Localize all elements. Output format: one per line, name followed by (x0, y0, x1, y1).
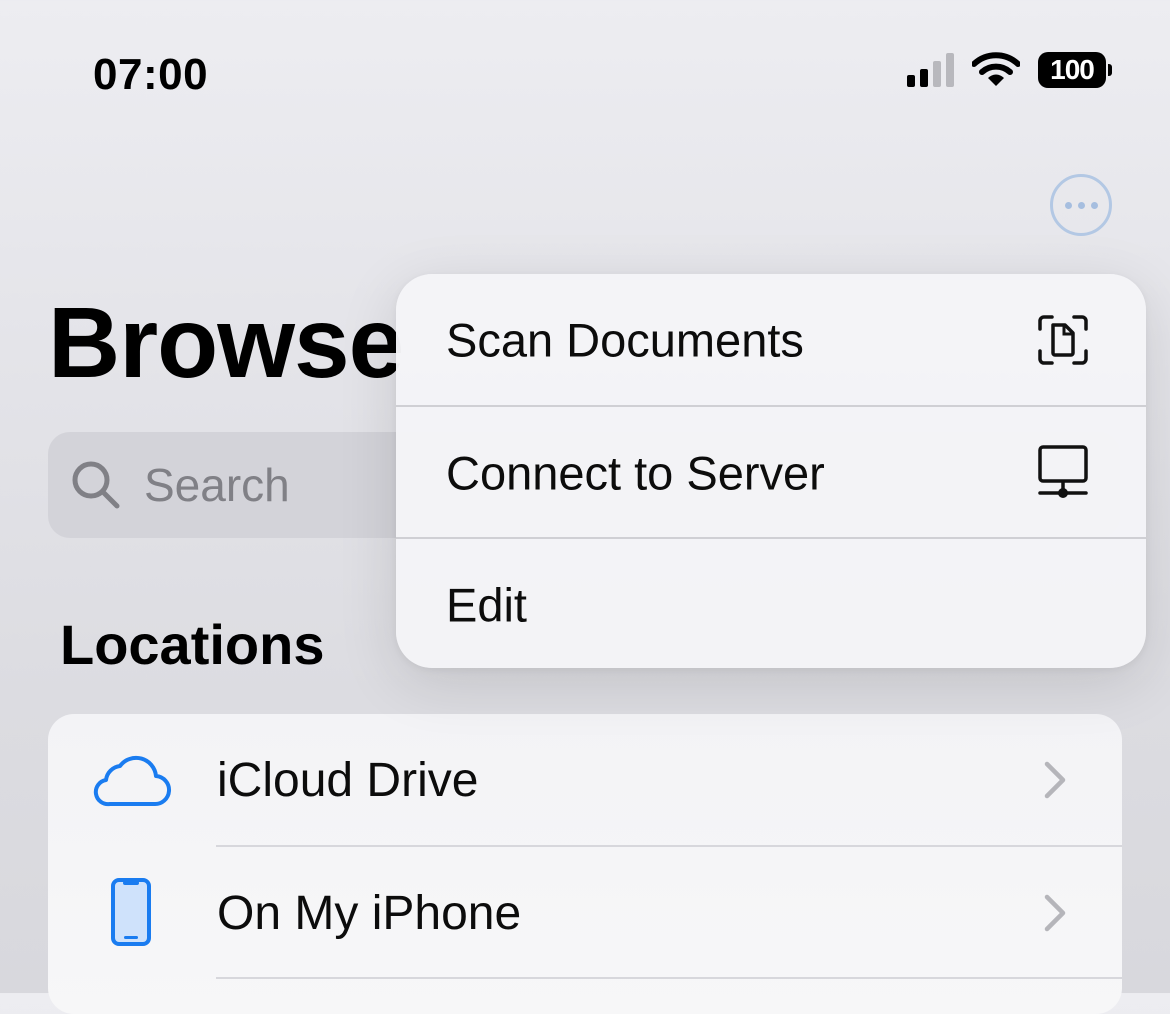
status-icons: 100 (907, 52, 1112, 88)
menu-item-connect-to-server[interactable]: Connect to Server (396, 407, 1146, 538)
cellular-signal-icon (907, 53, 954, 87)
icloud-icon (93, 755, 172, 807)
menu-item-label: Connect to Server (446, 446, 825, 499)
battery-icon: 100 (1038, 52, 1112, 88)
more-options-button[interactable] (1050, 174, 1112, 236)
menu-item-label: Scan Documents (446, 313, 804, 366)
location-label: On My iPhone (217, 886, 522, 940)
menu-item-edit[interactable]: Edit (396, 539, 1146, 668)
iphone-icon (111, 878, 151, 946)
status-time: 07:00 (93, 50, 209, 99)
locations-list: iCloud Drive On My iPhone (48, 714, 1122, 1014)
wifi-icon (972, 52, 1020, 86)
search-placeholder: Search (144, 459, 290, 511)
context-menu: Scan Documents Connect to Server Edit (396, 274, 1146, 668)
menu-item-scan-documents[interactable]: Scan Documents (396, 274, 1146, 405)
locations-header: Locations (60, 613, 325, 676)
battery-level: 100 (1038, 52, 1106, 88)
doc-viewfinder-icon (1038, 314, 1088, 365)
page-title: Browse (48, 287, 404, 399)
menu-item-label: Edit (446, 578, 527, 631)
chevron-right-icon (1044, 894, 1066, 932)
server-display-icon (1038, 444, 1088, 498)
search-icon (72, 461, 120, 509)
location-item-on-my-iphone[interactable]: On My iPhone (48, 847, 1122, 979)
chevron-right-icon (1044, 761, 1066, 799)
location-item-icloud-drive[interactable]: iCloud Drive (48, 714, 1122, 846)
location-label: iCloud Drive (217, 753, 479, 807)
row-divider (216, 977, 1122, 979)
